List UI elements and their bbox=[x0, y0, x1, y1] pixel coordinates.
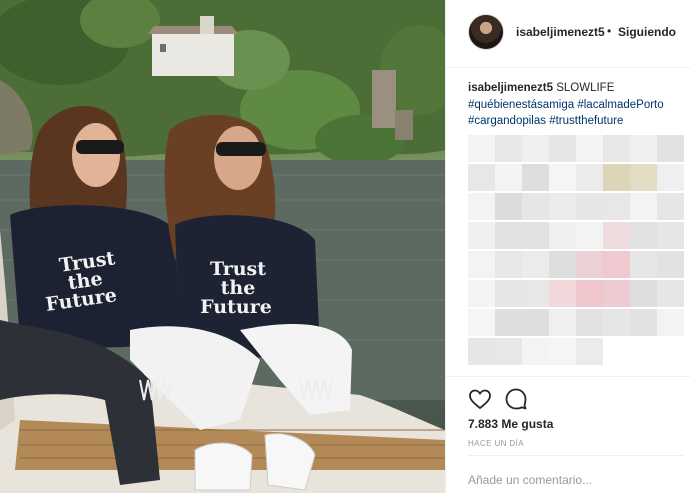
blurred-cell bbox=[495, 280, 522, 307]
blurred-cell bbox=[549, 280, 576, 307]
blurred-cell bbox=[630, 135, 657, 162]
hashtag-link[interactable]: #trustthefuture bbox=[549, 115, 623, 127]
shirt-text-right-line3: Future bbox=[200, 296, 272, 318]
post-photo[interactable]: Trust the Future Trust the Future bbox=[0, 0, 445, 493]
blurred-cell bbox=[522, 338, 549, 365]
blurred-cell bbox=[468, 222, 495, 249]
hashtag-link[interactable]: #québienestásamiga bbox=[468, 99, 574, 111]
blurred-cell bbox=[522, 280, 549, 307]
blurred-cell bbox=[468, 193, 495, 220]
blurred-cell bbox=[522, 309, 549, 336]
avatar[interactable] bbox=[468, 14, 504, 50]
blurred-cell bbox=[522, 164, 549, 191]
blurred-cell bbox=[576, 338, 603, 365]
post-header: isabeljimenezt5 • Siguiendo bbox=[446, 0, 690, 68]
blurred-cell bbox=[603, 222, 630, 249]
blurred-cell bbox=[603, 309, 630, 336]
blurred-cell bbox=[630, 251, 657, 278]
blurred-cell bbox=[657, 309, 684, 336]
blurred-cell bbox=[495, 251, 522, 278]
blurred-cell bbox=[630, 222, 657, 249]
blurred-cell bbox=[522, 193, 549, 220]
heart-icon[interactable] bbox=[468, 387, 492, 411]
blurred-cell bbox=[495, 135, 522, 162]
header-username[interactable]: isabeljimenezt5 bbox=[516, 25, 605, 39]
blurred-cell bbox=[657, 251, 684, 278]
blurred-cell bbox=[576, 280, 603, 307]
hashtag-link[interactable]: #cargandopilas bbox=[468, 115, 546, 127]
blurred-cell bbox=[630, 280, 657, 307]
post-side-panel: isabeljimenezt5 • Siguiendo isabeljimene… bbox=[445, 0, 690, 493]
blurred-cell bbox=[495, 338, 522, 365]
blurred-cell bbox=[576, 222, 603, 249]
comment-bubble-icon[interactable] bbox=[504, 387, 528, 411]
blurred-cell bbox=[495, 309, 522, 336]
blurred-cell bbox=[549, 222, 576, 249]
likes-count[interactable]: 7.883 Me gusta bbox=[468, 417, 553, 431]
blurred-cell bbox=[549, 309, 576, 336]
post-caption: isabeljimenezt5 SLOWLIFE #québienestásam… bbox=[468, 80, 680, 130]
blurred-cell bbox=[495, 164, 522, 191]
header-separator: • bbox=[607, 24, 612, 38]
blurred-cell bbox=[549, 193, 576, 220]
blurred-cell bbox=[576, 309, 603, 336]
blurred-cell bbox=[468, 251, 495, 278]
blurred-cell bbox=[522, 222, 549, 249]
blurred-cell bbox=[576, 193, 603, 220]
post-timestamp: HACE UN DÍA bbox=[468, 439, 524, 448]
blurred-cell bbox=[630, 193, 657, 220]
blurred-cell bbox=[468, 309, 495, 336]
photo-illustration: Trust the Future Trust the Future bbox=[0, 0, 445, 493]
blurred-cell bbox=[576, 135, 603, 162]
caption-username[interactable]: isabeljimenezt5 bbox=[468, 82, 553, 94]
blurred-cell bbox=[468, 135, 495, 162]
comment-input[interactable] bbox=[468, 470, 678, 490]
blurred-cell bbox=[576, 251, 603, 278]
hashtag-link[interactable]: #lacalmadePorto bbox=[577, 99, 663, 111]
blurred-cell bbox=[468, 164, 495, 191]
blurred-cell bbox=[495, 193, 522, 220]
blurred-cell bbox=[549, 135, 576, 162]
following-button[interactable]: Siguiendo bbox=[618, 25, 676, 39]
blurred-cell bbox=[603, 135, 630, 162]
blurred-cell bbox=[468, 280, 495, 307]
blurred-cell bbox=[657, 164, 684, 191]
blurred-cell bbox=[603, 280, 630, 307]
blurred-cell bbox=[549, 338, 576, 365]
blurred-cell bbox=[522, 135, 549, 162]
post-actions: 7.883 Me gusta HACE UN DÍA bbox=[446, 376, 690, 493]
blurred-cell bbox=[522, 251, 549, 278]
blurred-cell bbox=[657, 280, 684, 307]
blurred-cell bbox=[630, 309, 657, 336]
blurred-cell bbox=[549, 164, 576, 191]
blurred-cell bbox=[657, 222, 684, 249]
blurred-cell bbox=[495, 222, 522, 249]
blurred-cell bbox=[657, 135, 684, 162]
blurred-cell bbox=[603, 164, 630, 191]
blurred-comments-area bbox=[468, 135, 688, 375]
blurred-cell bbox=[657, 193, 684, 220]
caption-text: SLOWLIFE bbox=[556, 82, 615, 94]
blurred-cell bbox=[603, 193, 630, 220]
blurred-cell bbox=[603, 251, 630, 278]
divider bbox=[468, 455, 684, 456]
blurred-cell bbox=[630, 164, 657, 191]
blurred-cell bbox=[576, 164, 603, 191]
blurred-cell bbox=[468, 338, 495, 365]
blurred-cell bbox=[549, 251, 576, 278]
